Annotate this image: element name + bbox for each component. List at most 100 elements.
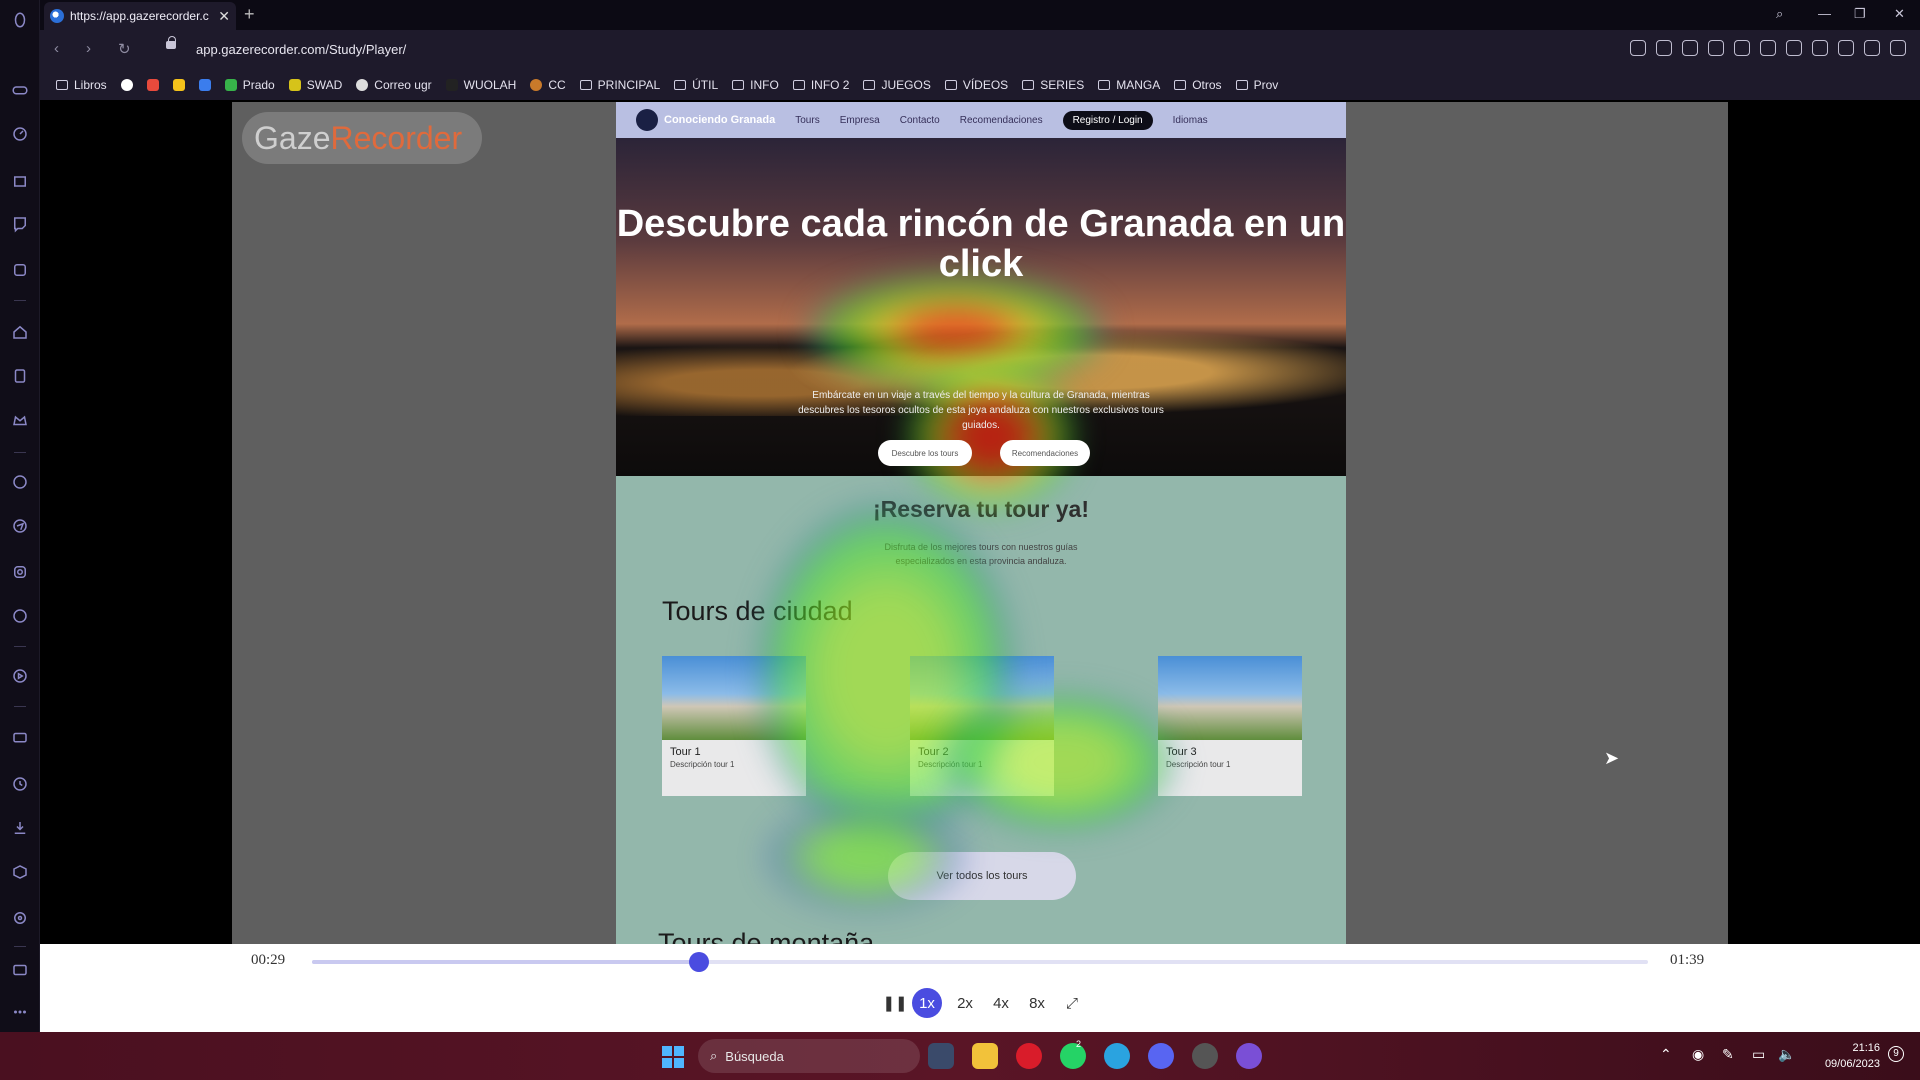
nav-tours[interactable]: Tours — [795, 115, 819, 126]
download-icon[interactable] — [8, 816, 32, 840]
discover-tours-button[interactable]: Descubre los tours — [878, 440, 972, 466]
bookmark-series[interactable]: SERIES — [1022, 78, 1084, 92]
gallery-icon[interactable] — [8, 958, 32, 982]
tour-card[interactable]: Tour 2 Descripción tour 1 — [910, 656, 1054, 796]
telegram-icon[interactable] — [8, 514, 32, 538]
block-icon[interactable] — [1734, 40, 1750, 56]
opera-logo-icon[interactable] — [8, 8, 32, 32]
more-icon[interactable] — [8, 1000, 32, 1024]
document-icon[interactable] — [8, 364, 32, 388]
bookmark-prado[interactable]: Prado — [224, 78, 275, 92]
github-taskbar-icon[interactable] — [1236, 1043, 1262, 1069]
speed-8x-button[interactable]: 8x — [1026, 988, 1048, 1018]
bookmark-drive[interactable] — [172, 79, 185, 91]
extension-icon[interactable] — [8, 258, 32, 282]
bookmark-info[interactable]: INFO — [732, 78, 779, 92]
heart-icon[interactable] — [1786, 40, 1802, 56]
bookmark-cc[interactable]: CC — [530, 78, 566, 92]
whatsapp-icon[interactable] — [8, 470, 32, 494]
forward-button[interactable]: › — [86, 40, 91, 57]
box-icon[interactable] — [1812, 40, 1828, 56]
url-field[interactable]: app.gazerecorder.com/Study/Player/ — [196, 42, 406, 57]
bookmark-manga[interactable]: MANGA — [1098, 78, 1160, 92]
pause-icon[interactable]: ❚❚ — [882, 988, 907, 1018]
fullscreen-icon[interactable]: ⤢ — [1060, 988, 1084, 1018]
camera-icon[interactable] — [1708, 40, 1724, 56]
emoji-icon[interactable] — [1656, 40, 1672, 56]
bookmark-wuolah[interactable]: WUOLAH — [445, 78, 516, 92]
bookmark-otros[interactable]: Otros — [1174, 78, 1222, 92]
taskbar-search[interactable]: ⌕ Búsqueda — [698, 1039, 920, 1073]
close-window-button[interactable]: ✕ — [1894, 6, 1905, 22]
discord-taskbar-icon[interactable] — [1148, 1043, 1174, 1069]
notification-badge[interactable]: 9 — [1888, 1046, 1904, 1062]
chat-icon[interactable] — [8, 726, 32, 750]
all-tours-button[interactable]: Ver todos los tours — [888, 852, 1076, 900]
speed-2x-button[interactable]: 2x — [954, 988, 976, 1018]
clock[interactable]: 21:16 09/06/2023 — [1810, 1040, 1880, 1072]
store-icon[interactable] — [8, 168, 32, 192]
reload-button[interactable]: ↻ — [118, 40, 131, 58]
bookmark-videos[interactable]: VÍDEOS — [944, 78, 1008, 92]
twitch-icon[interactable] — [8, 212, 32, 236]
zoom-icon[interactable] — [1630, 40, 1646, 56]
tour-card[interactable]: Tour 1 Descripción tour 1 — [662, 656, 806, 796]
telegram-taskbar-icon[interactable] — [1104, 1043, 1130, 1069]
send-icon[interactable] — [1760, 40, 1776, 56]
speedometer-icon[interactable] — [8, 122, 32, 146]
volume-icon[interactable]: 🔈 — [1778, 1046, 1795, 1062]
network-icon[interactable]: ▭ — [1752, 1046, 1765, 1062]
bookmark-google[interactable] — [120, 79, 133, 91]
download-icon[interactable] — [1864, 40, 1880, 56]
gamepad-icon[interactable] — [8, 78, 32, 102]
nav-login[interactable]: Registro / Login — [1062, 110, 1153, 130]
site-brand[interactable]: Conociendo Granada — [636, 109, 775, 131]
bookmark-util[interactable]: ÚTIL — [674, 78, 718, 92]
bookmark-info-2[interactable]: INFO 2 — [792, 78, 849, 92]
speed-4x-button[interactable]: 4x — [990, 988, 1012, 1018]
recommendations-button[interactable]: Recomendaciones — [1000, 440, 1090, 466]
minimize-button[interactable]: — — [1818, 6, 1831, 21]
bookmark-prov[interactable]: Prov — [1235, 78, 1278, 92]
tray-discord-icon[interactable]: ◉ — [1692, 1046, 1704, 1062]
bookmark-gmail[interactable] — [146, 79, 159, 91]
home-icon[interactable] — [8, 320, 32, 344]
opera-gx-icon[interactable] — [1016, 1043, 1042, 1069]
tray-expand-icon[interactable]: ⌃ — [1660, 1046, 1672, 1062]
task-view-icon[interactable] — [928, 1043, 954, 1069]
restore-button[interactable]: ❐ — [1854, 6, 1866, 22]
crown-icon[interactable] — [8, 408, 32, 432]
obs-taskbar-icon[interactable] — [1192, 1043, 1218, 1069]
new-tab-button[interactable]: + — [244, 4, 255, 25]
bookmark-principal[interactable]: PRINCIPAL — [579, 78, 660, 92]
windows-start-icon[interactable] — [662, 1046, 684, 1068]
file-explorer-icon[interactable] — [972, 1043, 998, 1069]
speed-1x-button[interactable]: 1x — [912, 988, 942, 1018]
twitter-icon[interactable] — [8, 604, 32, 628]
edit-icon[interactable] — [1682, 40, 1698, 56]
bookmark-swad[interactable]: SWAD — [288, 78, 342, 92]
bookmark-docs[interactable] — [198, 79, 211, 91]
timeline-slider[interactable] — [312, 952, 1648, 972]
profile-icon[interactable] — [1838, 40, 1854, 56]
box-icon[interactable] — [8, 860, 32, 884]
close-tab-icon[interactable]: ✕ — [218, 9, 230, 23]
back-button[interactable]: ‹ — [54, 40, 59, 57]
nav-recomendaciones[interactable]: Recomendaciones — [960, 115, 1043, 126]
player-icon[interactable] — [8, 664, 32, 688]
nav-idiomas[interactable]: Idiomas — [1173, 115, 1208, 126]
timeline-knob[interactable] — [689, 952, 710, 972]
bookmark-libros[interactable]: Libros — [56, 78, 107, 92]
nav-contacto[interactable]: Contacto — [900, 115, 940, 126]
whatsapp-taskbar-icon[interactable] — [1060, 1043, 1086, 1069]
tab-gazerecorder[interactable]: https://app.gazerecorder.c ✕ — [44, 2, 236, 30]
tour-card[interactable]: Tour 3 Descripción tour 1 — [1158, 656, 1302, 796]
history-icon[interactable] — [8, 772, 32, 796]
nav-empresa[interactable]: Empresa — [840, 115, 880, 126]
instagram-icon[interactable] — [8, 560, 32, 584]
tray-pen-icon[interactable]: ✎ — [1722, 1046, 1734, 1062]
menu-icon[interactable] — [1890, 40, 1906, 56]
search-tabs-icon[interactable]: ⌕ — [1776, 6, 1783, 22]
bookmark-correo-ugr[interactable]: Correo ugr — [356, 78, 432, 92]
bookmark-juegos[interactable]: JUEGOS — [863, 78, 931, 92]
